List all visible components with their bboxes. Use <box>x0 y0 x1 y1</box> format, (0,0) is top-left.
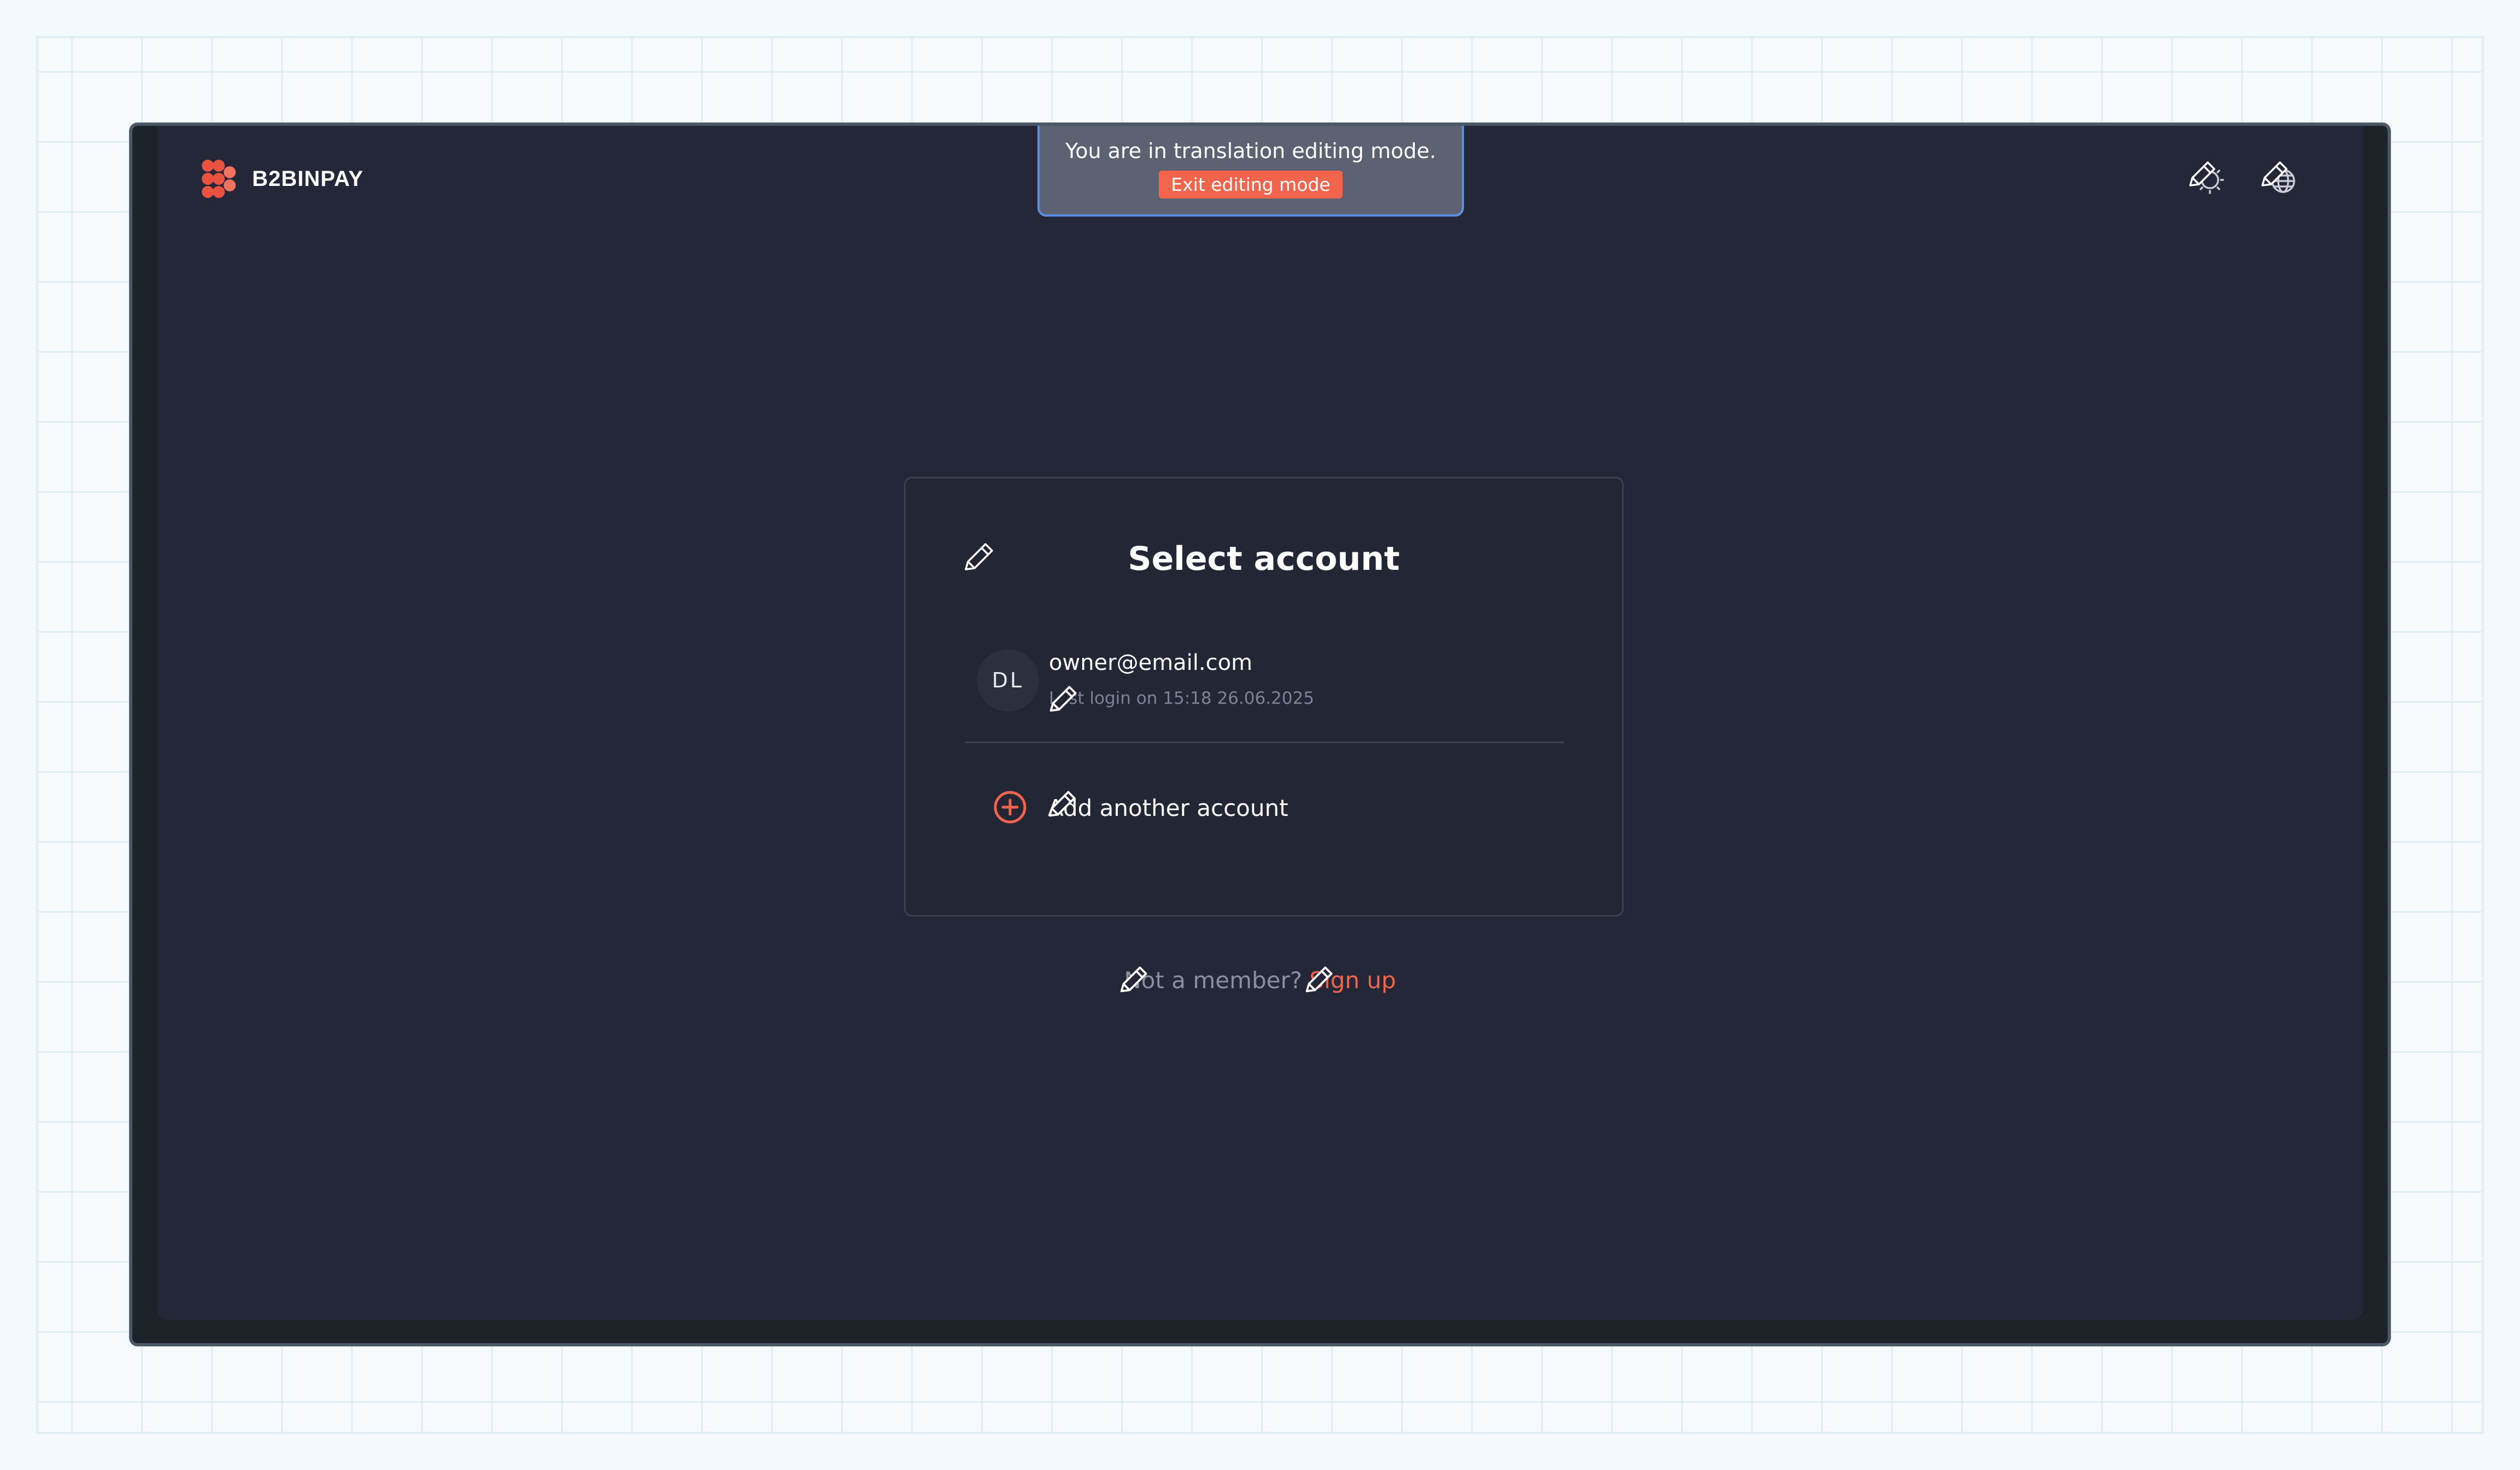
brand-logo[interactable]: B2BINPAY <box>202 160 364 198</box>
language-globe-icon[interactable] <box>2258 156 2302 200</box>
divider <box>965 742 1564 743</box>
app-window: B2BINPAY You are in translation editing … <box>129 122 2391 1346</box>
theme-toggle-icon[interactable] <box>2186 156 2230 200</box>
add-account-label: Add another account <box>1048 795 1288 821</box>
select-account-card: Select account DL owner@email.com Last l… <box>904 477 1624 917</box>
app-content: B2BINPAY You are in translation editing … <box>157 126 2363 1320</box>
not-member-text: Not a member? <box>1124 967 1303 994</box>
account-item[interactable]: DL owner@email.com Last login on 15:18 2… <box>977 648 1556 714</box>
signup-link[interactable]: Sign up <box>1309 967 1396 994</box>
edit-mode-message: You are in translation editing mode. <box>1065 139 1436 163</box>
brand-logo-icon <box>202 160 241 198</box>
plus-circle-icon <box>994 791 1026 824</box>
add-another-account-button[interactable]: Add another account <box>988 785 1535 834</box>
exit-editing-mode-button[interactable]: Exit editing mode <box>1159 171 1343 199</box>
page-title: Select account <box>1128 540 1400 578</box>
avatar: DL <box>977 649 1039 711</box>
account-last-login: Last login on 15:18 26.06.2025 <box>1049 689 1314 708</box>
brand-name: B2BINPAY <box>252 166 364 191</box>
translation-edit-banner: You are in translation editing mode. Exi… <box>1037 126 1464 217</box>
signup-prompt: Not a member? Sign up <box>157 966 2363 994</box>
account-email: owner@email.com <box>1049 650 1253 675</box>
